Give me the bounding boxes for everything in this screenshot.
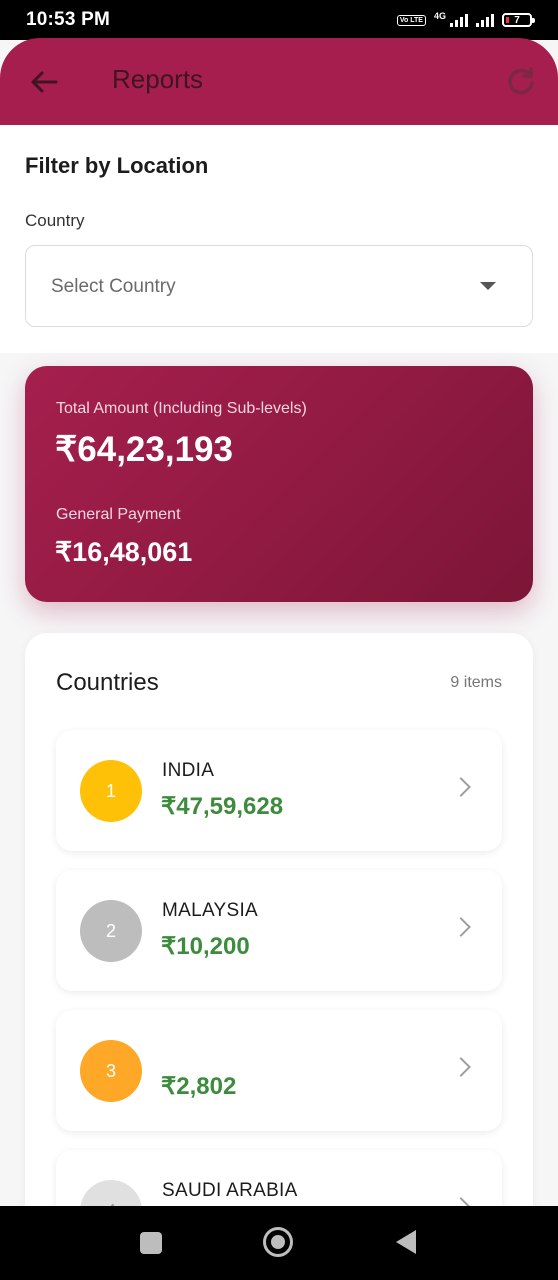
country-name: MALAYSIA xyxy=(162,900,259,921)
general-payment-value: ₹16,48,061 xyxy=(55,537,193,567)
country-amount: ₹2,802 xyxy=(161,1073,237,1100)
battery-level: 7 xyxy=(514,14,520,26)
recent-apps-button[interactable] xyxy=(140,1232,162,1254)
chevron-right-icon xyxy=(451,777,471,797)
status-icons: Vo LTE 4G 7 xyxy=(396,11,535,27)
total-amount-value: ₹64,23,193 xyxy=(55,430,233,469)
filter-title: Filter by Location xyxy=(25,153,209,178)
country-amount: ₹47,59,628 xyxy=(161,793,284,820)
chevron-right-icon xyxy=(451,917,471,937)
refresh-button[interactable] xyxy=(506,66,536,96)
country-select[interactable]: Select Country xyxy=(25,245,533,327)
status-bar: 10:53 PM Vo LTE 4G 7 xyxy=(0,0,558,40)
rank-badge: 1 xyxy=(80,760,142,822)
filter-section: Filter by Location Country Select Countr… xyxy=(0,125,558,353)
countries-title: Countries xyxy=(56,669,159,696)
home-button[interactable] xyxy=(263,1227,293,1257)
country-item[interactable]: 3 ₹2,802 xyxy=(56,1010,502,1131)
dropdown-arrow-icon xyxy=(480,282,496,290)
signal-icon xyxy=(476,13,494,27)
items-count: 9 items xyxy=(450,674,502,691)
system-back-button[interactable] xyxy=(396,1230,416,1254)
chevron-right-icon xyxy=(451,1057,471,1077)
country-name: SAUDI ARABIA xyxy=(162,1180,298,1201)
country-amount: ₹10,200 xyxy=(161,933,250,960)
page-title: Reports xyxy=(112,64,204,94)
volte-icon: Vo LTE xyxy=(396,14,426,26)
rank-badge: 3 xyxy=(80,1040,142,1102)
rank-badge: 2 xyxy=(80,900,142,962)
countries-card: Countries 9 items 1 INDIA ₹47,59,628 2 M… xyxy=(25,633,533,1271)
general-payment-label: General Payment xyxy=(56,506,181,523)
total-amount-label: Total Amount (Including Sub-levels) xyxy=(56,400,307,417)
refresh-icon xyxy=(508,67,534,95)
battery-icon: 7 xyxy=(502,13,535,27)
country-name: INDIA xyxy=(162,760,215,781)
app-bar: Reports xyxy=(0,38,558,125)
back-button[interactable] xyxy=(26,64,62,100)
system-nav-bar xyxy=(0,1206,558,1280)
country-item[interactable]: 2 MALAYSIA ₹10,200 xyxy=(56,870,502,991)
country-select-placeholder: Select Country xyxy=(51,276,176,297)
network-type: 4G xyxy=(433,11,446,21)
total-amount-card: Total Amount (Including Sub-levels) ₹64,… xyxy=(25,366,533,602)
arrow-left-icon xyxy=(31,71,58,93)
country-label: Country xyxy=(25,211,85,230)
country-item[interactable]: 1 INDIA ₹47,59,628 xyxy=(56,730,502,851)
signal-icon xyxy=(450,13,468,27)
status-time: 10:53 PM xyxy=(26,9,110,30)
